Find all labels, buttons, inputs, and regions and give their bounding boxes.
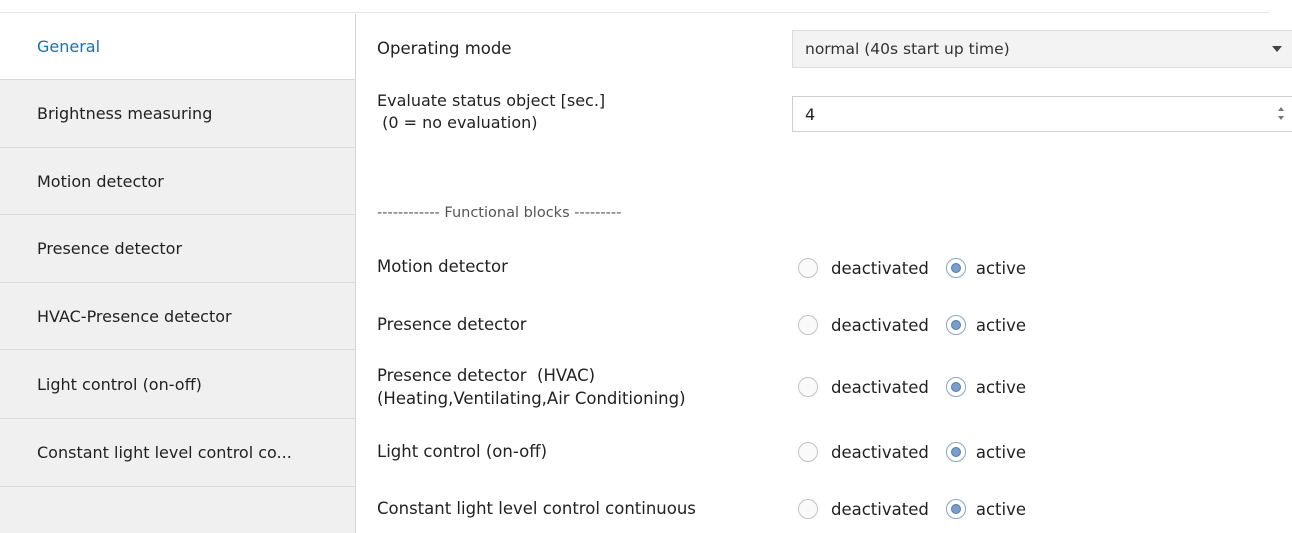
- radio-deactivated[interactable]: [798, 442, 818, 462]
- sidebar-item-light-control[interactable]: Light control (on-off): [0, 350, 355, 419]
- radio-label-deactivated: deactivated: [831, 442, 929, 462]
- sidebar-item-general[interactable]: General: [0, 14, 356, 80]
- radio-group-constant-light-level-control: deactivated active: [798, 497, 1026, 521]
- radio-label-deactivated: deactivated: [831, 258, 929, 278]
- sidebar-item-label: Light control (on-off): [37, 374, 202, 394]
- sidebar-item-label: Motion detector: [37, 171, 164, 191]
- sidebar-divider: [355, 14, 356, 533]
- radio-label-active: active: [975, 315, 1026, 335]
- evaluate-status-value: 4: [805, 104, 816, 124]
- radio-active[interactable]: [945, 258, 966, 278]
- radio-label-deactivated: deactivated: [831, 499, 929, 519]
- radio-group-presence-detector: deactivated active: [798, 313, 1026, 337]
- sidebar: General Brightness measuring Motion dete…: [0, 14, 356, 533]
- radio-deactivated[interactable]: [798, 377, 818, 397]
- radio-label-active: active: [975, 258, 1026, 278]
- evaluate-status-spinbox[interactable]: 4: [792, 96, 1292, 132]
- block-label-presence-detector: Presence detector: [377, 315, 527, 334]
- sidebar-item-label: Brightness measuring: [37, 104, 213, 123]
- sidebar-item-label: Constant light level control co...: [37, 443, 292, 462]
- block-label-constant-light-level-control: Constant light level control continuous: [377, 499, 696, 518]
- radio-group-presence-detector-hvac: deactivated active: [798, 375, 1026, 399]
- radio-active[interactable]: [945, 315, 966, 335]
- radio-label-active: active: [975, 442, 1026, 462]
- block-label-motion-detector: Motion detector: [377, 257, 508, 276]
- sidebar-item-label: General: [37, 37, 101, 56]
- chevron-down-icon[interactable]: [1272, 46, 1282, 52]
- evaluate-status-label: Evaluate status object [sec.] (0 = no ev…: [377, 90, 605, 134]
- top-divider: [0, 12, 1270, 13]
- radio-label-deactivated: deactivated: [831, 315, 929, 335]
- radio-group-light-control: deactivated active: [798, 440, 1026, 464]
- operating-mode-label: Operating mode: [377, 39, 512, 58]
- radio-group-motion-detector: deactivated active: [798, 256, 1026, 280]
- sidebar-item-label: Presence detector: [37, 239, 183, 258]
- radio-active[interactable]: [945, 442, 966, 462]
- section-title: ------------ Functional blocks ---------: [377, 205, 622, 221]
- sidebar-item-label: HVAC-Presence detector: [37, 306, 232, 326]
- radio-label-active: active: [975, 499, 1026, 519]
- sidebar-item-motion-detector[interactable]: Motion detector: [0, 148, 355, 215]
- radio-deactivated[interactable]: [798, 315, 818, 335]
- spin-down-icon[interactable]: [1278, 116, 1284, 120]
- block-label-line1: Presence detector (HVAC): [377, 366, 596, 385]
- sidebar-item-presence-detector[interactable]: Presence detector: [0, 215, 355, 283]
- spin-up-icon[interactable]: [1278, 107, 1284, 111]
- evaluate-status-label-line2: (0 = no evaluation): [377, 113, 538, 132]
- sidebar-item-hvac-presence-detector[interactable]: HVAC-Presence detector: [0, 283, 355, 350]
- radio-active[interactable]: [945, 377, 966, 397]
- sidebar-item-constant-light-level-control[interactable]: Constant light level control co...: [0, 419, 355, 487]
- block-label-line2: (Heating,Ventilating,Air Conditioning): [377, 389, 686, 408]
- block-label-light-control: Light control (on-off): [377, 442, 548, 461]
- sidebar-item-brightness-measuring[interactable]: Brightness measuring: [0, 80, 355, 148]
- operating-mode-select[interactable]: normal (40s start up time): [792, 30, 1292, 68]
- operating-mode-value: normal (40s start up time): [805, 40, 1010, 58]
- radio-deactivated[interactable]: [798, 258, 818, 278]
- evaluate-status-label-line1: Evaluate status object [sec.]: [377, 91, 606, 110]
- radio-deactivated[interactable]: [798, 499, 818, 519]
- block-label-presence-detector-hvac: Presence detector (HVAC) (Heating,Ventil…: [377, 364, 686, 410]
- radio-label-deactivated: deactivated: [831, 377, 929, 397]
- radio-active[interactable]: [945, 499, 966, 519]
- radio-label-active: active: [975, 377, 1026, 397]
